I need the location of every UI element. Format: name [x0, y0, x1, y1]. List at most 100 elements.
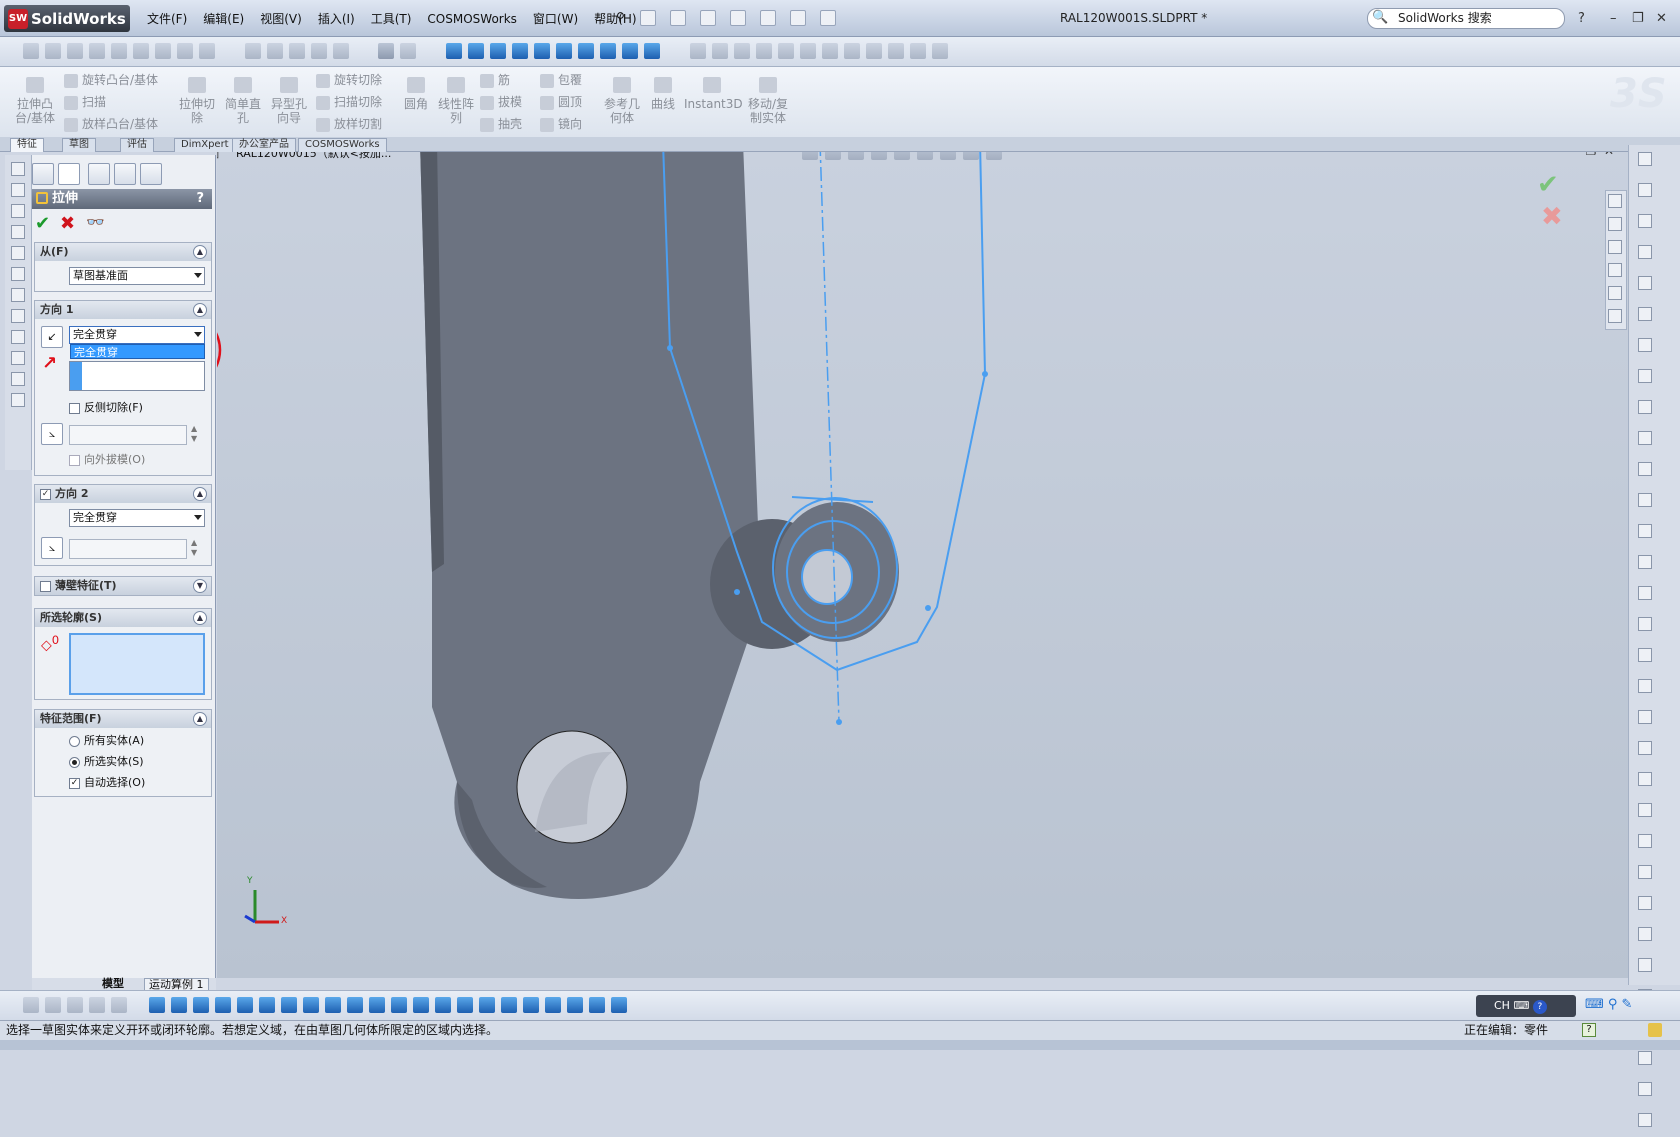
sketch-toolbar-icon-19[interactable]: [1638, 710, 1652, 724]
collapse-icon[interactable]: ▲: [193, 712, 207, 726]
sketch-tool-icon[interactable]: [45, 43, 61, 59]
instant3d-button[interactable]: Instant3D: [684, 77, 743, 111]
sketch-icon[interactable]: [689, 43, 706, 59]
view-left-icon[interactable]: [511, 43, 528, 59]
spinner-icon[interactable]: ▲ ▼: [191, 538, 197, 558]
filter-icon[interactable]: [23, 997, 39, 1013]
datum-icon[interactable]: [332, 43, 349, 59]
sweep-button[interactable]: 扫描: [64, 95, 106, 110]
view-top-icon[interactable]: [555, 43, 572, 59]
view-right-icon[interactable]: [533, 43, 550, 59]
mirror-button[interactable]: 镜向: [540, 117, 582, 132]
tab-evaluate[interactable]: 评估: [120, 138, 154, 152]
pin-icon[interactable]: ⚲: [616, 10, 625, 24]
filter-edges-icon[interactable]: [45, 997, 61, 1013]
sketch-toolbar-icon-20[interactable]: [1638, 741, 1652, 755]
draft2-toggle-button[interactable]: ⦣: [41, 537, 63, 559]
sketch-toolbar-icon-17[interactable]: [1638, 648, 1652, 662]
selected-contours-header[interactable]: 所选轮廓(S) ▲: [35, 609, 211, 627]
sketch-toolbar-icon-21[interactable]: [1638, 772, 1652, 786]
select-icon[interactable]: [378, 43, 395, 59]
thin-feature-checkbox[interactable]: [40, 580, 51, 592]
relation-22-icon[interactable]: [610, 997, 627, 1013]
view-dimetric-icon[interactable]: [643, 43, 660, 59]
direction2-header[interactable]: ✓ 方向 2 ▲: [35, 485, 211, 503]
menu-cosmosworks[interactable]: COSMOSWorks: [419, 10, 525, 28]
view-front-icon[interactable]: [467, 43, 484, 59]
design-library-icon[interactable]: [1608, 217, 1622, 231]
tab-cosmosworks[interactable]: COSMOSWorks: [298, 138, 387, 152]
thin-feature-header[interactable]: 薄壁特征(T) ▼: [35, 577, 211, 595]
zoom-area-icon[interactable]: [825, 152, 841, 160]
point-icon[interactable]: [843, 43, 860, 59]
feature-icon-11[interactable]: [11, 372, 25, 386]
zoom-fit-icon[interactable]: [802, 152, 818, 160]
check-icon[interactable]: [111, 43, 127, 59]
sketch-toolbar-icon-26[interactable]: [1638, 927, 1652, 941]
loft-boss-button[interactable]: 放样凸台/基体: [64, 117, 158, 132]
help-button[interactable]: ?: [1578, 11, 1585, 26]
tab-dimxpert[interactable]: DimXpert: [174, 138, 236, 152]
feature-icon-8[interactable]: [11, 309, 25, 323]
options-icon[interactable]: [820, 10, 836, 26]
tree-expand-icon[interactable]: ⊞: [217, 152, 219, 161]
dimxpert-tab-icon[interactable]: [114, 163, 136, 185]
grid-icon[interactable]: [400, 43, 417, 59]
view-back-icon[interactable]: [489, 43, 506, 59]
relation-13-icon[interactable]: [412, 997, 429, 1013]
annotation-icon[interactable]: [244, 43, 261, 59]
rebuild-status-icon[interactable]: [1648, 1023, 1662, 1037]
relation-20-icon[interactable]: [566, 997, 583, 1013]
trim-icon[interactable]: [931, 43, 948, 59]
file-explorer-icon[interactable]: [1608, 240, 1622, 254]
viewport-window-controls[interactable]: – ❐ ✕: [1572, 152, 1614, 158]
sketch-toolbar-icon-12[interactable]: [1638, 493, 1652, 507]
relation-17-icon[interactable]: [500, 997, 517, 1013]
direction1-header[interactable]: 方向 1 ▲: [35, 301, 211, 319]
sketch-toolbar-icon-14[interactable]: [1638, 555, 1652, 569]
relation-19-icon[interactable]: [544, 997, 561, 1013]
dome-button[interactable]: 圆顶: [540, 95, 582, 110]
feature-icon-1[interactable]: [11, 162, 25, 176]
ime-help-icon[interactable]: ?: [1532, 1000, 1547, 1014]
feature-scope-header[interactable]: 特征范围(F) ▲: [35, 710, 211, 728]
feature-tree-tab-icon[interactable]: [32, 163, 54, 185]
simple-hole-button[interactable]: 简单直 孔: [222, 77, 264, 125]
feature-icon-7[interactable]: [11, 288, 25, 302]
draft2-angle-input[interactable]: [69, 539, 187, 559]
selected-bodies-radio[interactable]: 所选实体(S): [69, 755, 144, 769]
solidworks-logo[interactable]: SW SolidWorks: [4, 5, 130, 32]
direction-arrow-icon[interactable]: ↗: [42, 353, 57, 374]
display-tab-icon[interactable]: [140, 163, 162, 185]
search-results-icon[interactable]: [1608, 263, 1622, 277]
note-icon[interactable]: [266, 43, 283, 59]
menu-edit[interactable]: 编辑(E): [195, 10, 252, 28]
curves-button[interactable]: 曲线: [648, 77, 678, 111]
flip-side-checkbox[interactable]: 反侧切除(F): [69, 401, 143, 415]
collapse-icon[interactable]: ▲: [193, 303, 207, 317]
auto-select-checkbox[interactable]: ✓ 自动选择(O): [69, 776, 145, 790]
appearances-icon[interactable]: [1608, 309, 1622, 323]
draft-button[interactable]: 拔模: [480, 95, 522, 110]
relation-14-icon[interactable]: [434, 997, 451, 1013]
from-dropdown[interactable]: 草图基准面: [69, 267, 205, 285]
feature-icon-4[interactable]: [11, 225, 25, 239]
sketch-toolbar-icon-24[interactable]: [1638, 865, 1652, 879]
graphics-area[interactable]: Y X ⊞ RAL120W0015（默认<按加... – ❐ ✕ ✔ ✖: [217, 152, 1628, 978]
restore-button[interactable]: ❐: [1632, 11, 1644, 26]
sketch-toolbar-icon-22[interactable]: [1638, 803, 1652, 817]
sketch-toolbar-icon-16[interactable]: [1638, 617, 1652, 631]
extrude-cut-button[interactable]: 拉伸切 除: [176, 77, 218, 125]
sketch-toolbar-icon-30[interactable]: [1638, 1051, 1652, 1065]
relation-16-icon[interactable]: [478, 997, 495, 1013]
view-trimetric-icon[interactable]: [621, 43, 638, 59]
search-input[interactable]: SolidWorks 搜索: [1367, 8, 1565, 29]
equation-icon[interactable]: [133, 43, 149, 59]
sketch-toolbar-icon-31[interactable]: [1638, 1082, 1652, 1096]
new-icon[interactable]: [640, 10, 656, 26]
view-palette-icon[interactable]: [1608, 286, 1622, 300]
weld-icon[interactable]: [310, 43, 327, 59]
close-button[interactable]: ✕: [1656, 11, 1667, 26]
preview-icon[interactable]: 👓: [86, 213, 105, 231]
relation-15-icon[interactable]: [456, 997, 473, 1013]
